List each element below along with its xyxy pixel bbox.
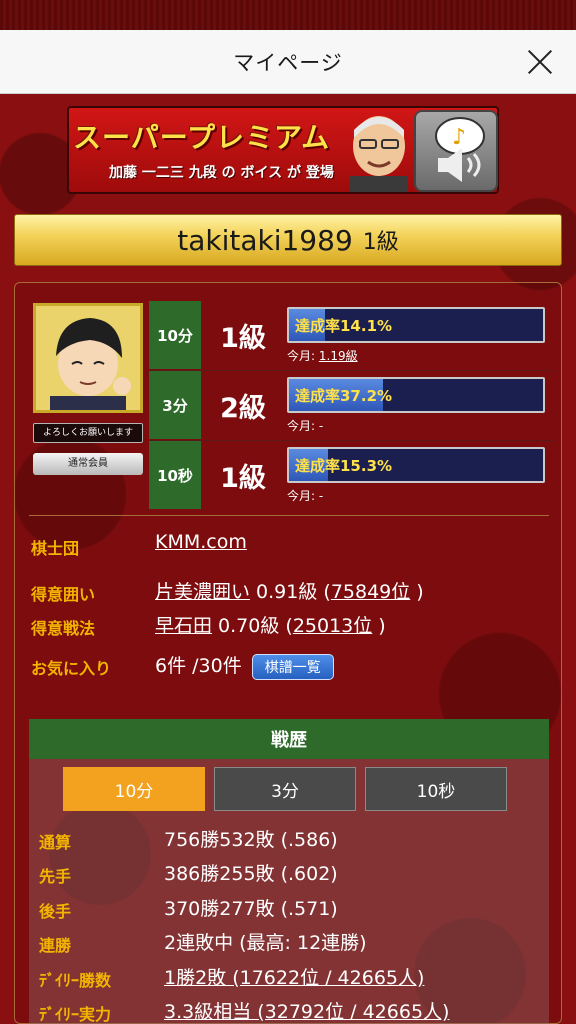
rank-value: 1級: [220, 462, 266, 494]
user-name-bar: takitaki1989 1級: [14, 214, 562, 266]
banner-title: スーパープレミアム: [73, 121, 331, 154]
favorites-value: 6件 /30件 棋譜一覧: [155, 651, 334, 680]
club-link[interactable]: KMM.com: [155, 531, 247, 553]
kifu-list-button[interactable]: 棋譜一覧: [251, 653, 334, 680]
banner-subtitle: 加藤 一二三 九段 の ボイス が 登場: [109, 165, 334, 181]
premium-banner[interactable]: スーパープレミアム 加藤 一二三 九段 の ボイス が 登場 ♪: [67, 106, 499, 194]
profile-panel: よろしくお願いします 通常会員 10分 1級 達成率14.1% 今月: 1.19…: [14, 282, 562, 1024]
achievement-bar: 達成率14.1%: [287, 307, 545, 343]
castle-position-link[interactable]: 75849位: [331, 581, 410, 603]
month-rank: 今月: 1.19級: [287, 347, 358, 364]
rank-time-label: 10秒: [149, 441, 201, 509]
club-label: 棋士団: [31, 539, 80, 558]
achievement-text: 達成率37.2%: [295, 387, 393, 405]
member-badge: 通常会員: [33, 453, 143, 475]
strategy-value: 早石田 0.70級 (25013位 ): [155, 611, 386, 638]
month-rank: 今月: -: [287, 417, 323, 434]
rank-time-label: 3分: [149, 371, 201, 439]
record-label-daily-wins: ﾃﾞｲﾘｰ勝数: [39, 971, 112, 990]
castle-link[interactable]: 片美濃囲い: [155, 581, 250, 603]
month-rank: 今月: -: [287, 487, 323, 504]
castle-value: 片美濃囲い 0.91級 (75849位 ): [155, 577, 424, 604]
record-label-total: 通算: [39, 833, 72, 852]
strategy-position-link[interactable]: 25013位: [293, 615, 372, 637]
favorites-label: お気に入り: [31, 659, 112, 678]
record-value-daily-strength[interactable]: 3.3級相当 (32792位 / 42665人): [164, 997, 449, 1024]
record-label-second: 後手: [39, 902, 72, 921]
rank-value: 1級: [220, 322, 266, 354]
record-section: 戦歴 10分 3分 10秒 通算 756勝532敗 (.586) 先手 386勝…: [29, 719, 549, 1024]
voice-icon: ♪: [414, 110, 498, 192]
strategy-grade: 0.70級 (: [212, 615, 293, 637]
portrait-icon: [350, 116, 408, 192]
record-title: 戦歴: [29, 719, 549, 759]
section-divider: [29, 515, 549, 516]
avatar-icon: [36, 306, 140, 410]
castle-label: 得意囲い: [31, 585, 96, 604]
strategy-end: ): [372, 615, 386, 637]
greeting-label: よろしくお願いします: [33, 423, 143, 443]
record-label-streak: 連勝: [39, 936, 72, 955]
achievement-bar: 達成率15.3%: [287, 447, 545, 483]
rank-row-10sec: 10秒 1級 達成率15.3% 今月: -: [149, 441, 549, 509]
month-label: 今月:: [287, 489, 316, 503]
castle-grade: 0.91級 (: [250, 581, 331, 603]
achievement-bar: 達成率37.2%: [287, 377, 545, 413]
avatar[interactable]: [33, 303, 143, 413]
rank-time-label: 10分: [149, 301, 201, 369]
favorites-count: 6件 /30件: [155, 655, 242, 677]
record-value-first: 386勝255敗 (.602): [164, 863, 338, 885]
month-value: -: [318, 489, 324, 503]
record-value-total: 756勝532敗 (.586): [164, 829, 338, 851]
tab-10sec[interactable]: 10秒: [365, 767, 507, 811]
main-content: スーパープレミアム 加藤 一二三 九段 の ボイス が 登場 ♪ takitak…: [0, 94, 576, 1024]
rank-row-10min: 10分 1級 達成率14.1% 今月: 1.19級: [149, 301, 549, 369]
rank-row-3min: 3分 2級 達成率37.2% 今月: -: [149, 371, 549, 439]
record-label-first: 先手: [39, 867, 72, 886]
achievement-text: 達成率14.1%: [295, 317, 393, 335]
svg-text:♪: ♪: [452, 125, 466, 150]
castle-end: ): [410, 581, 424, 603]
month-label: 今月:: [287, 349, 316, 363]
page-title: マイページ: [233, 50, 343, 75]
strategy-label: 得意戦法: [31, 619, 96, 638]
tab-10min[interactable]: 10分: [63, 767, 205, 811]
month-value-link[interactable]: 1.19級: [319, 349, 358, 363]
username: takitaki1989: [177, 223, 353, 257]
navigation-bar: マイページ: [0, 30, 576, 94]
record-label-daily-strength: ﾃﾞｲﾘｰ実力: [39, 1005, 112, 1024]
month-value: -: [318, 419, 324, 433]
user-rank: 1級: [362, 230, 399, 255]
achievement-text: 達成率15.3%: [295, 457, 393, 475]
record-value-second: 370勝277敗 (.571): [164, 898, 338, 920]
record-value-daily-wins[interactable]: 1勝2敗 (17622位 / 42665人): [164, 963, 424, 990]
status-strip: [0, 0, 576, 30]
record-value-streak: 2連敗中 (最高: 12連勝): [164, 932, 367, 954]
rank-value: 2級: [220, 392, 266, 424]
month-label: 今月:: [287, 419, 316, 433]
close-icon[interactable]: [526, 48, 554, 76]
tab-3min[interactable]: 3分: [214, 767, 356, 811]
strategy-link[interactable]: 早石田: [155, 615, 212, 637]
